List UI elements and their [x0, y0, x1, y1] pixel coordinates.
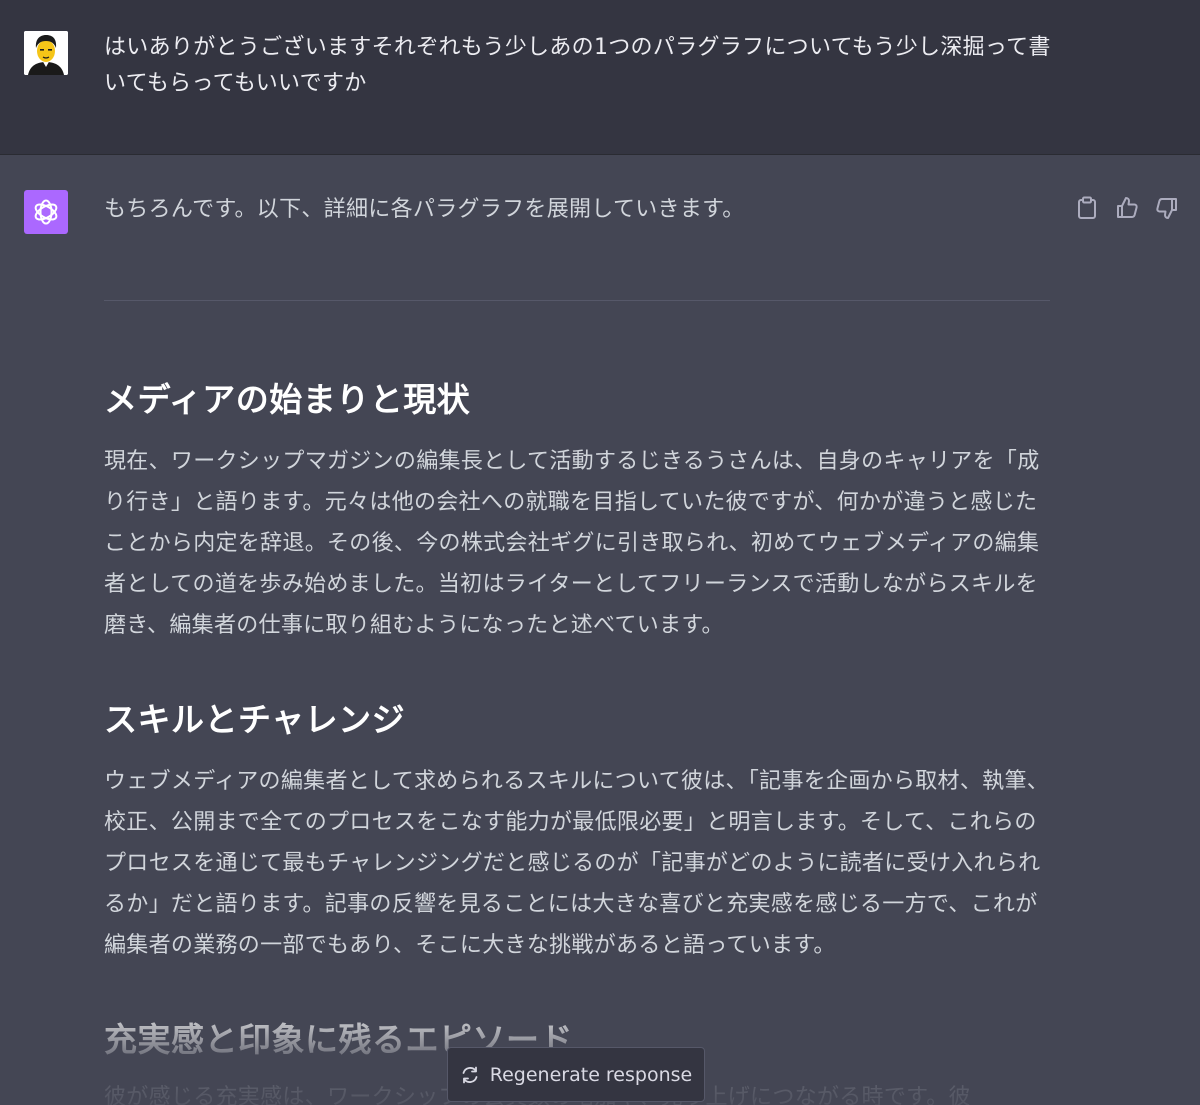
section-paragraph: ウェブメディアの編集者として求められるスキルについて彼は、「記事を企画から取材、…	[104, 769, 1050, 958]
regenerate-label: Regenerate response	[489, 1063, 693, 1086]
thumbs-down-icon	[1156, 198, 1177, 219]
section-paragraph: 現在、ワークシップマガジンの編集長として活動するじきるうさんは、自身のキャリアを…	[104, 449, 1040, 638]
regenerate-response-button[interactable]: Regenerate response	[447, 1047, 705, 1102]
divider	[104, 300, 1050, 301]
clipboard-icon	[1078, 196, 1096, 219]
message-actions	[1074, 195, 1180, 221]
thumbs-up-button[interactable]	[1114, 195, 1140, 221]
refresh-icon	[462, 1066, 478, 1083]
thumbs-up-icon	[1117, 197, 1138, 218]
user-avatar	[24, 31, 68, 75]
chat-page: はいありがとうございますそれぞれもう少しあの1つのパラグラフについてもう少し深掘…	[0, 0, 1200, 1105]
assistant-message-row: もちろんです。以下、詳細に各パラグラフを展開していきます。 メディアの始まりと現…	[0, 155, 1200, 1105]
assistant-intro-text: もちろんです。以下、詳細に各パラグラフを展開していきます。	[104, 197, 745, 222]
copy-button[interactable]	[1074, 195, 1100, 221]
assistant-avatar	[24, 190, 68, 234]
user-message-row: はいありがとうございますそれぞれもう少しあの1つのパラグラフについてもう少し深掘…	[0, 0, 1200, 155]
thumbs-down-button[interactable]	[1154, 195, 1180, 221]
section-title: スキルとチャレンジ	[104, 700, 406, 739]
section-title: メディアの始まりと現状	[104, 380, 471, 419]
user-avatar-cartoon-icon	[24, 31, 68, 75]
user-message-text: はいありがとうございますそれぞれもう少しあの1つのパラグラフについてもう少し深掘…	[104, 35, 1051, 96]
openai-logo-icon	[34, 199, 58, 225]
